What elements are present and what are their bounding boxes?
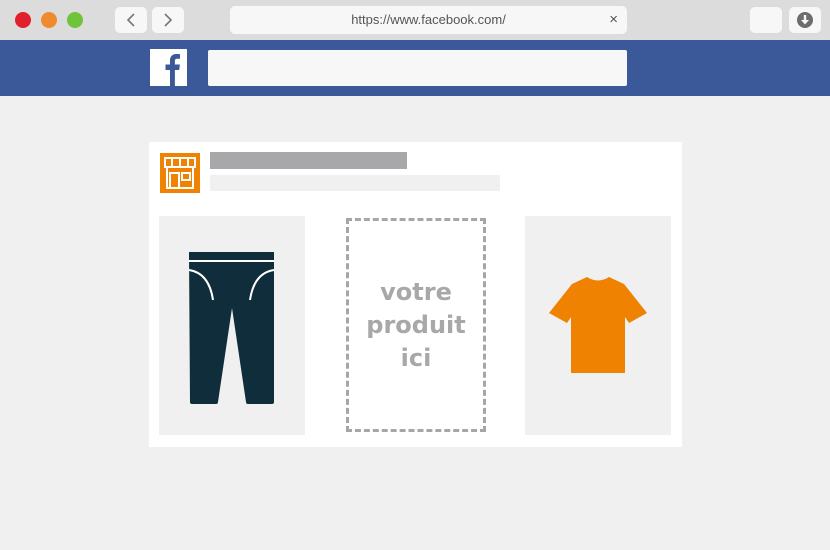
url-text: https://www.facebook.com/ [351,12,506,27]
your-product-placeholder[interactable]: votre produit ici [346,218,486,432]
minimize-window-button[interactable] [41,12,57,28]
jeans-icon [188,252,275,404]
browser-toolbar: https://www.facebook.com/ × [0,0,830,40]
facebook-header [0,40,830,96]
chevron-right-icon [164,13,173,27]
maximize-window-button[interactable] [67,12,83,28]
download-button[interactable] [789,7,821,33]
ad-subtitle-placeholder [210,175,500,191]
product-tile-tshirt[interactable] [525,216,671,435]
clear-url-icon[interactable]: × [609,6,618,34]
back-button[interactable] [115,7,147,33]
search-input[interactable] [208,50,627,86]
forward-button[interactable] [152,7,184,33]
toolbar-button[interactable] [750,7,782,33]
facebook-f-icon [165,54,180,86]
close-window-button[interactable] [15,12,31,28]
tshirt-icon [549,277,647,373]
storefront-icon [160,153,200,193]
advertiser-name-placeholder [210,152,407,169]
placeholder-label: votre produit ici [366,277,466,372]
address-bar[interactable]: https://www.facebook.com/ × [230,6,627,34]
product-ad-card: votre produit ici [149,142,682,447]
download-icon [797,12,813,28]
facebook-logo[interactable] [150,49,187,86]
chevron-left-icon [126,13,135,27]
product-tile-jeans[interactable] [159,216,305,435]
